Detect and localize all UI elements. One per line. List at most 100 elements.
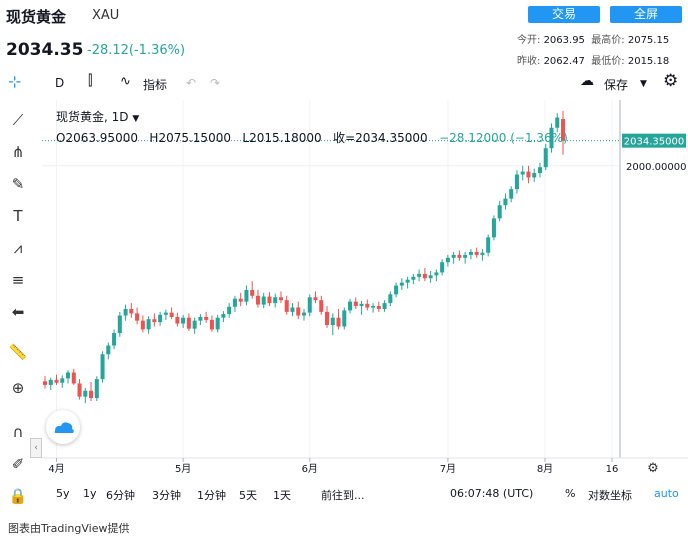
range-5d[interactable]: 5天 [239,487,257,503]
candle[interactable] [330,313,335,336]
range-1d[interactable]: 1天 [273,487,291,503]
candle[interactable] [186,313,191,331]
candle[interactable] [94,376,99,402]
candle[interactable] [77,379,82,400]
candle[interactable] [89,382,94,402]
candle[interactable] [250,281,255,299]
candle[interactable] [394,282,399,298]
range-6min[interactable]: 6分钟 [106,487,135,503]
candle[interactable] [497,200,502,222]
candle[interactable] [486,234,491,257]
candle[interactable] [221,311,226,323]
candle[interactable] [417,269,422,282]
candle[interactable] [543,143,548,171]
candle[interactable] [301,308,307,321]
range-1min[interactable]: 1分钟 [197,487,226,503]
candle[interactable] [325,306,330,328]
candle[interactable] [463,251,468,264]
range-1y[interactable]: 1y [83,487,97,500]
candle[interactable] [537,162,542,178]
candle[interactable] [158,311,163,326]
candle[interactable] [255,289,260,308]
candle[interactable] [273,293,278,308]
candle[interactable] [169,307,174,320]
candle[interactable] [284,295,289,315]
candle[interactable] [175,312,180,327]
candle[interactable] [238,292,243,307]
candle[interactable] [278,291,283,304]
candle[interactable] [428,270,433,283]
candle[interactable] [376,301,381,312]
candle[interactable] [71,368,76,385]
candle[interactable] [399,278,404,290]
candle[interactable] [54,374,59,385]
candle[interactable] [445,254,450,267]
candle[interactable] [244,285,249,306]
candle[interactable] [129,303,134,318]
candle[interactable] [434,269,439,282]
candle[interactable] [348,298,353,314]
candle[interactable] [422,268,427,282]
candle[interactable] [468,249,473,260]
candle[interactable] [313,291,318,304]
candle[interactable] [371,303,376,313]
percent-toggle[interactable]: % [565,487,575,500]
log-scale-toggle[interactable]: 对数坐标 [588,487,632,503]
tradingview-logo[interactable] [46,410,80,444]
candle[interactable] [290,303,295,317]
candle[interactable] [140,315,145,333]
candle[interactable] [382,300,387,312]
candle[interactable] [307,294,312,317]
candle[interactable] [117,311,122,337]
candle[interactable] [232,295,237,312]
candle[interactable] [135,307,140,325]
candle[interactable] [491,215,496,241]
candle[interactable] [411,273,416,285]
candle[interactable] [42,376,48,389]
candle[interactable] [526,165,531,184]
candle[interactable] [359,300,364,315]
candle[interactable] [405,276,410,289]
candle[interactable] [319,295,324,315]
auto-scale-toggle[interactable]: auto [654,487,679,500]
candle[interactable] [520,165,525,181]
goto-date-button[interactable]: 前往到... [321,487,365,503]
candle[interactable] [227,303,232,318]
candle[interactable] [532,168,537,182]
candle[interactable] [503,193,508,210]
candle[interactable] [261,292,266,309]
candle[interactable] [365,299,370,311]
candle[interactable] [152,313,157,327]
candle[interactable] [457,250,462,261]
chevron-down-icon[interactable]: ▼ [132,114,139,124]
candle[interactable] [112,329,117,350]
candle[interactable] [440,259,445,276]
range-5y[interactable]: 5y [56,487,70,500]
axis-settings-icon[interactable]: ⚙ [647,461,659,476]
candle[interactable] [514,170,519,194]
candle[interactable] [123,304,128,321]
candle[interactable] [388,291,393,307]
range-3min[interactable]: 3分钟 [152,487,181,503]
candle[interactable] [480,249,485,261]
candle[interactable] [215,314,220,333]
candle[interactable] [204,311,209,323]
candle[interactable] [198,314,203,326]
candle[interactable] [48,377,53,391]
clock-time[interactable]: 06:07:48 (UTC) [450,487,533,500]
candle[interactable] [106,342,111,360]
candle[interactable] [474,247,479,258]
candle[interactable] [353,297,358,309]
candle[interactable] [100,351,105,383]
candle[interactable] [509,186,514,203]
candle[interactable] [192,317,197,334]
candle[interactable] [66,370,71,384]
candle[interactable] [60,375,65,388]
candle[interactable] [451,251,456,264]
candle[interactable] [163,309,168,320]
candle[interactable] [342,307,347,330]
candle[interactable] [267,292,272,307]
candlestick-chart[interactable]: 2000.00000 4月 5月 6月 7月 8月 16 ⚙ 2034.35000 [0,0,688,520]
candle[interactable] [296,301,301,320]
candle[interactable] [209,315,214,332]
